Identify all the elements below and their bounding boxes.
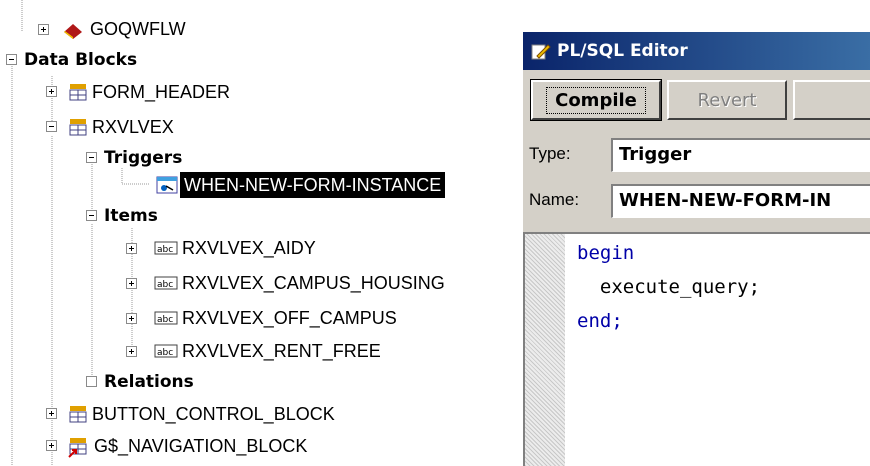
compile-button-label: Compile bbox=[546, 86, 646, 114]
data-block-icon bbox=[69, 406, 87, 423]
collapse-toggle[interactable] bbox=[6, 54, 17, 65]
data-block-icon bbox=[69, 119, 87, 136]
tree-node-label[interactable]: Data Blocks bbox=[24, 47, 137, 73]
code-line: begin bbox=[577, 242, 635, 264]
svg-text:abc: abc bbox=[157, 315, 173, 325]
revert-button[interactable]: Revert bbox=[667, 80, 787, 120]
tree-node-label[interactable]: GOQWFLW bbox=[90, 16, 186, 42]
code-line: end; bbox=[577, 310, 623, 332]
collapse-toggle[interactable] bbox=[46, 121, 57, 132]
svg-text:abc: abc bbox=[157, 348, 173, 358]
text-item-icon: abc bbox=[154, 241, 178, 255]
text-item-icon: abc bbox=[154, 311, 178, 325]
tree-node-label[interactable]: RXVLVEX bbox=[92, 114, 174, 140]
tree-node-label[interactable]: RXVLVEX_CAMPUS_HOUSING bbox=[182, 270, 445, 296]
text-item-icon: abc bbox=[154, 344, 178, 358]
object-navigator: GOQWFLW Data Blocks FORM_HEADER RXVLVEX … bbox=[0, 0, 512, 466]
trigger-icon bbox=[156, 176, 178, 194]
tree-node-label[interactable]: RXVLVEX_RENT_FREE bbox=[182, 338, 381, 364]
svg-text:abc: abc bbox=[157, 245, 173, 255]
type-field[interactable]: Trigger bbox=[611, 138, 870, 172]
library-icon bbox=[64, 24, 82, 39]
name-field[interactable]: WHEN-NEW-FORM-IN bbox=[611, 184, 870, 218]
tree-node-label[interactable]: FORM_HEADER bbox=[92, 79, 230, 105]
editor-pencil-icon bbox=[531, 44, 551, 60]
tree-node-label[interactable]: RXVLVEX_OFF_CAMPUS bbox=[182, 305, 397, 331]
expand-toggle[interactable] bbox=[126, 278, 137, 289]
editor-title: PL/SQL Editor bbox=[557, 41, 688, 61]
code-gutter bbox=[525, 234, 565, 466]
expand-toggle[interactable] bbox=[126, 346, 137, 357]
subclassed-block-icon bbox=[68, 438, 87, 458]
tree-node-label[interactable]: G$_NAVIGATION_BLOCK bbox=[94, 433, 307, 459]
tree-node-label[interactable]: BUTTON_CONTROL_BLOCK bbox=[92, 401, 335, 427]
type-label: Type: bbox=[529, 144, 571, 163]
plsql-editor-panel: PL/SQL Editor Compile Revert Type: Trigg… bbox=[512, 0, 870, 466]
empty-toggle[interactable] bbox=[86, 376, 97, 387]
tree-node-label[interactable]: Items bbox=[104, 203, 158, 229]
revert-button-label: Revert bbox=[697, 89, 757, 111]
expand-toggle[interactable] bbox=[46, 86, 57, 97]
svg-text:abc: abc bbox=[157, 280, 173, 290]
data-block-icon bbox=[69, 84, 87, 101]
toolbar-button-cut-off[interactable] bbox=[793, 80, 870, 120]
tree-node-label-selected[interactable]: WHEN-NEW-FORM-INSTANCE bbox=[180, 172, 446, 198]
expand-toggle[interactable] bbox=[46, 408, 57, 419]
expand-toggle[interactable] bbox=[46, 440, 57, 451]
expand-toggle[interactable] bbox=[126, 313, 137, 324]
collapse-toggle[interactable] bbox=[86, 152, 97, 163]
compile-button[interactable]: Compile bbox=[530, 79, 662, 121]
code-editor[interactable]: begin execute_query; end; bbox=[523, 232, 870, 466]
collapse-toggle[interactable] bbox=[86, 210, 97, 221]
name-label: Name: bbox=[529, 190, 580, 209]
expand-toggle[interactable] bbox=[126, 243, 137, 254]
expand-toggle[interactable] bbox=[38, 24, 49, 35]
tree-node-label[interactable]: Relations bbox=[104, 369, 194, 395]
tree-node-label[interactable]: RXVLVEX_AIDY bbox=[182, 235, 316, 261]
code-line: execute_query; bbox=[577, 276, 761, 298]
text-item-icon: abc bbox=[154, 276, 178, 290]
plsql-editor-window: PL/SQL Editor Compile Revert Type: Trigg… bbox=[522, 32, 870, 466]
tree-node-label[interactable]: Triggers bbox=[104, 145, 182, 171]
editor-title-bar[interactable]: PL/SQL Editor bbox=[523, 32, 870, 70]
